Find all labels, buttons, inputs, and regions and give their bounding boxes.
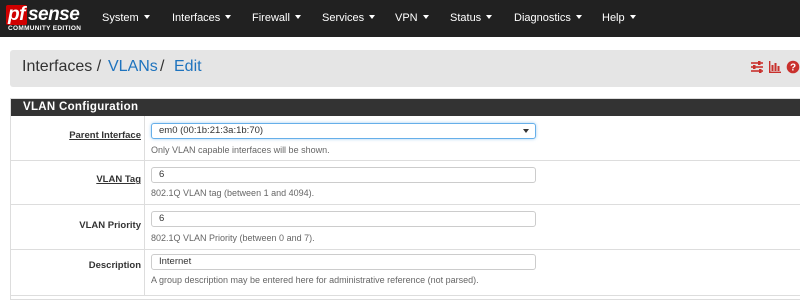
menu-vpn[interactable]: VPN	[395, 0, 429, 37]
panel-title: VLAN Configuration	[11, 99, 800, 116]
bar-chart-icon[interactable]	[768, 60, 782, 74]
caret-down-icon	[369, 15, 376, 20]
caret-down-icon	[225, 15, 232, 20]
logo-pf: pf	[6, 4, 27, 25]
caret-down-icon	[486, 15, 493, 20]
menu-status[interactable]: Status	[450, 0, 493, 37]
menu-firewall[interactable]: Firewall	[252, 0, 301, 37]
breadcrumb-edit: Edit	[174, 58, 202, 75]
logo-edition: COMMUNITY EDITION	[8, 25, 82, 32]
caret-down-icon	[575, 15, 582, 20]
form-row-vlan-priority: VLAN Priority 6 802.1Q VLAN Priority (be…	[11, 205, 800, 250]
parent-interface-select[interactable]: em0 (00:1b:21:3a:1b:70)	[151, 123, 536, 139]
menu-help[interactable]: Help	[602, 0, 636, 37]
vlan-tag-help: 802.1Q VLAN tag (between 1 and 4094).	[151, 188, 315, 198]
form-row-parent-interface: Parent Interface em0 (00:1b:21:3a:1b:70)…	[11, 116, 800, 161]
help-circle-icon[interactable]: ?	[786, 60, 800, 74]
description-input[interactable]: Internet	[151, 254, 536, 270]
svg-text:?: ?	[790, 63, 796, 74]
form-row-vlan-tag: VLAN Tag 6 802.1Q VLAN tag (between 1 an…	[11, 161, 800, 205]
vlan-tag-label: VLAN Tag	[96, 174, 141, 185]
caret-down-icon	[143, 15, 150, 20]
breadcrumb-vlans-link[interactable]: VLANs	[108, 58, 158, 76]
sliders-icon[interactable]	[750, 60, 764, 74]
logo-name: sense	[27, 4, 80, 25]
breadcrumb-separator: /	[160, 58, 165, 75]
parent-interface-help: Only VLAN capable interfaces will be sho…	[151, 145, 330, 155]
parent-interface-label: Parent Interface	[69, 130, 141, 141]
breadcrumb-root: Interfaces /	[22, 58, 102, 75]
vlan-configuration-panel: VLAN Configuration Parent Interface em0 …	[10, 98, 800, 300]
menu-services[interactable]: Services	[322, 0, 376, 37]
caret-down-icon	[629, 15, 636, 20]
form-row-description: Description Internet A group description…	[11, 250, 800, 296]
pfsense-logo[interactable]: pf sense COMMUNITY EDITION	[6, 5, 86, 33]
vlan-priority-help: 802.1Q VLAN Priority (between 0 and 7).	[151, 233, 315, 243]
menu-system[interactable]: System	[102, 0, 150, 37]
description-label: Description	[88, 260, 141, 271]
description-help: A group description may be entered here …	[151, 275, 479, 285]
caret-down-icon	[422, 15, 429, 20]
vlan-priority-label: VLAN Priority	[79, 220, 141, 231]
menu-interfaces[interactable]: Interfaces	[172, 0, 232, 37]
top-navbar: pf sense COMMUNITY EDITION System Interfa…	[0, 0, 800, 37]
caret-down-icon	[294, 15, 301, 20]
vlan-priority-input[interactable]: 6	[151, 211, 536, 227]
vlan-tag-input[interactable]: 6	[151, 167, 536, 183]
chevron-down-icon	[523, 129, 529, 133]
menu-diagnostics[interactable]: Diagnostics	[514, 0, 582, 37]
